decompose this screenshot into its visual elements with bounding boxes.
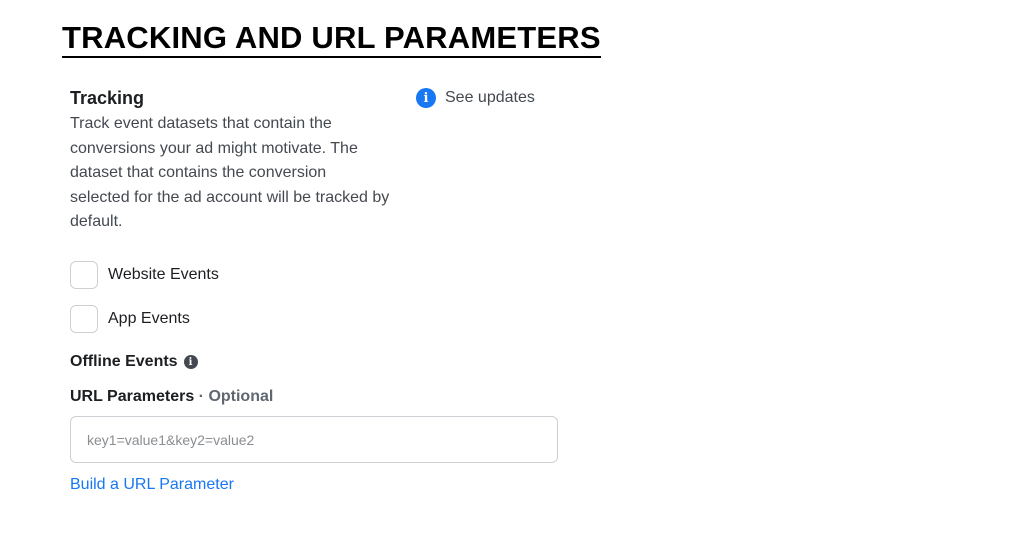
- tracking-section-title: Tracking: [70, 88, 145, 108]
- url-parameters-label: URL Parameters · Optional: [70, 388, 273, 406]
- info-icon: i: [416, 88, 436, 108]
- url-parameters-input[interactable]: [70, 416, 558, 463]
- tracking-description: Track event datasets that contain the co…: [70, 115, 390, 230]
- url-parameters-title: URL Parameters: [70, 388, 195, 405]
- offline-events-label: Offline Events: [70, 353, 178, 370]
- see-updates-link[interactable]: i See updates: [416, 88, 535, 108]
- label-separator: ·: [194, 388, 209, 405]
- website-events-option[interactable]: Website Events: [70, 261, 219, 289]
- info-icon[interactable]: i: [183, 355, 198, 369]
- website-events-checkbox[interactable]: [70, 261, 98, 289]
- optional-tag: Optional: [208, 388, 274, 405]
- app-events-label: App Events: [108, 310, 190, 327]
- see-updates-label: See updates: [445, 89, 535, 106]
- website-events-label: Website Events: [108, 266, 219, 283]
- app-events-option[interactable]: App Events: [70, 305, 190, 333]
- app-events-checkbox[interactable]: [70, 305, 98, 333]
- offline-events-heading: Offline Events i: [70, 353, 198, 371]
- page-title: TRACKING AND URL PARAMETERS: [62, 20, 601, 58]
- build-url-parameter-link[interactable]: Build a URL Parameter: [70, 476, 234, 494]
